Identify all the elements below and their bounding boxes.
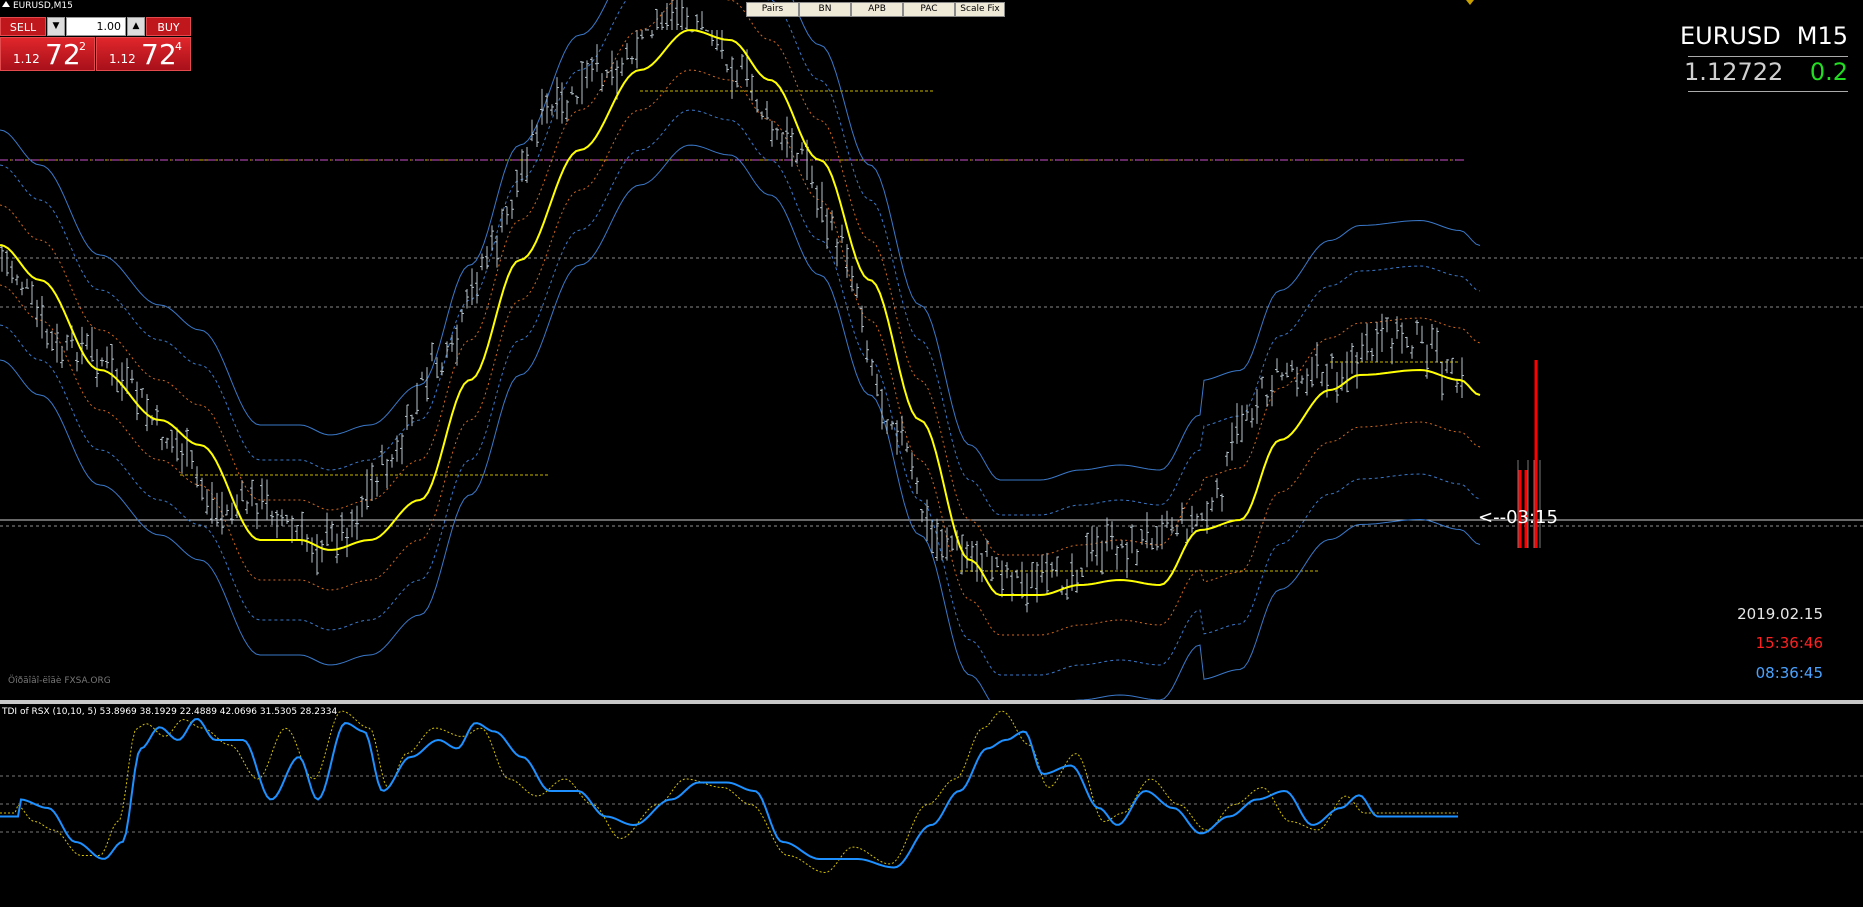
lot-increase-button[interactable]: ▲ (127, 17, 145, 36)
one-click-trading-panel: SELL ▼ ▲ BUY 1.12 72 2 1.12 72 4 (0, 17, 191, 73)
tdi-signal-line (0, 710, 1458, 874)
buy-price-pips: 72 (141, 38, 177, 71)
sell-button[interactable]: SELL (0, 17, 46, 36)
pairs-button[interactable]: Pairs (746, 2, 799, 17)
tdi-indicator-chart[interactable] (0, 704, 1863, 907)
horizontal-levels (0, 90, 1863, 572)
indicator-lines (0, 710, 1458, 874)
buy-price-button[interactable]: 1.12 72 4 (96, 37, 191, 71)
bn-button[interactable]: BN (799, 2, 851, 17)
current-date: 2019.02.15 (1737, 605, 1823, 623)
divider (1688, 91, 1848, 92)
price-bars (0, 0, 1464, 613)
chart-title-text: EURUSD,M15 (13, 1, 73, 11)
band-line (0, 0, 1481, 481)
chart-title: EURUSD,M15 (2, 1, 73, 11)
buy-button[interactable]: BUY (146, 17, 191, 36)
divider (1688, 56, 1848, 57)
watermark-text: Öîðãîâî-ëîãè FXSA.ORG (8, 676, 111, 686)
server-time: 15:36:46 (1755, 634, 1823, 652)
tdi-main-line (0, 717, 1458, 869)
triangle-icon (2, 1, 10, 7)
band-line (0, 69, 1481, 636)
local-time: 08:36:45 (1755, 664, 1823, 682)
lot-decrease-button[interactable]: ▼ (47, 17, 65, 36)
price-chart[interactable] (0, 0, 1863, 700)
indicator-toolbar: Pairs BN APB PAC Scale Fix (746, 2, 1005, 17)
indicator-levels (0, 775, 1863, 833)
lot-size-input[interactable] (66, 17, 126, 36)
apb-button[interactable]: APB (851, 2, 903, 17)
buy-price-fraction: 4 (175, 40, 182, 53)
sell-price-button[interactable]: 1.12 72 2 (0, 37, 95, 71)
sell-price-pips: 72 (45, 38, 81, 71)
buy-price-prefix: 1.12 (109, 52, 136, 66)
symbol-timeframe: M15 (1796, 22, 1848, 50)
envelope-bands (0, 0, 1481, 700)
sell-price-prefix: 1.12 (13, 52, 40, 66)
symbol-info-box: EURUSD M15 1.12722 0.2 (1680, 22, 1848, 94)
symbol-price: 1.12722 (1684, 58, 1784, 86)
scale-fix-button[interactable]: Scale Fix (955, 2, 1005, 17)
symbol-name: EURUSD (1680, 22, 1781, 50)
symbol-spread: 0.2 (1809, 58, 1848, 86)
band-line (0, 144, 1481, 700)
sell-price-fraction: 2 (79, 40, 86, 53)
indicator-title: TDI of RSX (10,10, 5) 53.8969 38.1929 22… (2, 707, 338, 717)
pac-button[interactable]: PAC (903, 2, 955, 17)
bar-countdown-timer: <--03:15 (1478, 507, 1558, 528)
